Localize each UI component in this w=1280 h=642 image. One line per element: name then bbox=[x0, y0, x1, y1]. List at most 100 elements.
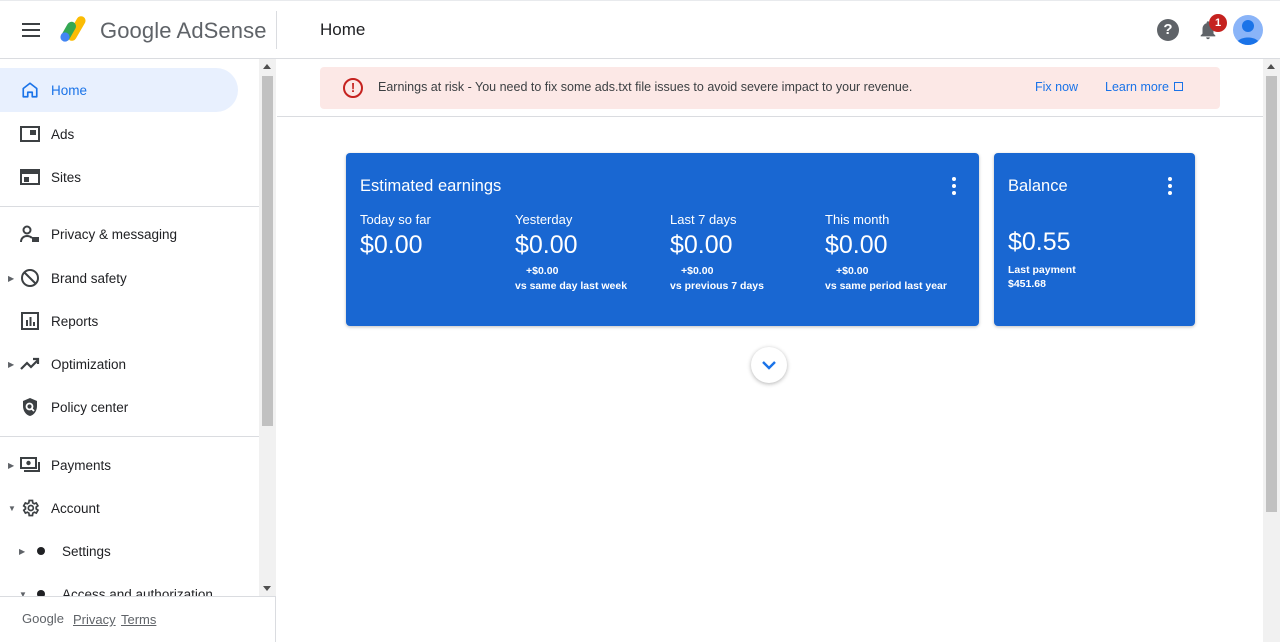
help-icon[interactable]: ? bbox=[1157, 19, 1179, 41]
main-scrollbar[interactable] bbox=[1263, 59, 1280, 642]
expand-more-button[interactable] bbox=[751, 347, 787, 383]
metric-label: Today so far bbox=[360, 212, 431, 227]
sidebar-item-label: Ads bbox=[51, 126, 75, 142]
metric-comparison: vs same period last year bbox=[825, 280, 947, 292]
scroll-up-arrow-icon[interactable] bbox=[1267, 64, 1275, 69]
account-avatar[interactable] bbox=[1233, 15, 1263, 45]
sidebar-item-privacy-messaging[interactable]: Privacy & messaging bbox=[0, 212, 238, 256]
sidebar-item-label: Brand safety bbox=[51, 270, 127, 286]
expand-caret-icon: ▶ bbox=[8, 273, 15, 283]
home-icon bbox=[20, 80, 40, 100]
block-icon bbox=[20, 268, 40, 288]
privacy-link[interactable]: Privacy bbox=[73, 612, 116, 627]
chevron-down-icon bbox=[762, 361, 776, 370]
product-name: Google AdSense bbox=[100, 18, 267, 44]
brand-product: AdSense bbox=[176, 18, 267, 43]
learn-more-label: Learn more bbox=[1105, 80, 1169, 94]
metric-comparison: vs same day last week bbox=[515, 280, 628, 292]
page-title: Home bbox=[320, 20, 366, 39]
scrollbar-thumb[interactable] bbox=[262, 76, 273, 426]
bullet-dot-icon bbox=[37, 547, 45, 555]
sidebar-item-label: Sites bbox=[51, 169, 82, 185]
sidebar-item-brand-safety[interactable]: ▶ Brand safety bbox=[0, 256, 238, 300]
sidebar-item-label: Account bbox=[51, 500, 100, 516]
sidebar-item-policy-center[interactable]: Policy center bbox=[0, 385, 238, 429]
payments-icon bbox=[20, 455, 40, 475]
main-menu-button[interactable] bbox=[19, 18, 43, 42]
expand-caret-icon: ▶ bbox=[8, 359, 15, 369]
sidebar-item-label: Reports bbox=[51, 313, 99, 329]
metric-value: $0.00 bbox=[825, 231, 888, 259]
trending-up-icon bbox=[20, 354, 40, 374]
learn-more-link[interactable]: Learn more bbox=[1105, 80, 1183, 94]
more-vert-icon[interactable] bbox=[950, 177, 958, 195]
main-content: ! Earnings at risk - You need to fix som… bbox=[277, 59, 1263, 642]
collapse-caret-icon: ▼ bbox=[8, 503, 16, 513]
sidebar-divider bbox=[0, 206, 259, 207]
sidebar-subitem-label: Access and authorization bbox=[62, 586, 213, 597]
metric-value: $0.00 bbox=[515, 231, 578, 259]
metric-label: Last 7 days bbox=[670, 212, 737, 227]
sidebar-item-account[interactable]: ▼ Account bbox=[0, 486, 238, 530]
sidebar-divider bbox=[0, 436, 259, 437]
more-vert-icon[interactable] bbox=[1166, 177, 1174, 195]
adsense-app: Google AdSense Home ? 1 Home Ads Sites P… bbox=[0, 0, 1280, 642]
scrollbar-thumb[interactable] bbox=[1266, 76, 1277, 512]
header-divider bbox=[276, 11, 277, 49]
balance-value: $0.55 bbox=[1008, 228, 1071, 256]
error-icon: ! bbox=[343, 78, 363, 98]
sidebar-nav: Home Ads Sites Privacy & messaging ▶ Bra… bbox=[0, 59, 259, 596]
sites-icon bbox=[20, 167, 40, 187]
sidebar-item-label: Payments bbox=[51, 457, 112, 473]
sidebar-item-sites[interactable]: Sites bbox=[0, 155, 238, 199]
menu-bar bbox=[22, 35, 40, 37]
sidebar-item-label: Optimization bbox=[51, 356, 127, 372]
card-title: Estimated earnings bbox=[360, 177, 502, 195]
reports-icon bbox=[20, 311, 40, 331]
sidebar-footer: Google Privacy Terms bbox=[0, 596, 276, 642]
sidebar-scrollbar[interactable] bbox=[259, 59, 276, 596]
adsense-logo-icon bbox=[60, 16, 86, 42]
expand-caret-icon: ▶ bbox=[19, 546, 26, 556]
sidebar-item-label: Policy center bbox=[51, 399, 129, 415]
metric-delta: +$0.00 bbox=[836, 265, 869, 277]
menu-bar bbox=[22, 29, 40, 31]
balance-card: Balance $0.55 Last payment $451.68 bbox=[994, 153, 1195, 326]
brand-google: Google bbox=[100, 18, 172, 43]
earnings-at-risk-banner: ! Earnings at risk - You need to fix som… bbox=[320, 67, 1220, 109]
terms-link[interactable]: Terms bbox=[121, 612, 156, 627]
expand-caret-icon: ▶ bbox=[8, 460, 15, 470]
metric-value: $0.00 bbox=[360, 231, 423, 259]
sidebar-item-home[interactable]: Home bbox=[0, 68, 238, 112]
fix-now-link[interactable]: Fix now bbox=[1035, 80, 1078, 94]
estimated-earnings-card: Estimated earnings Today so far $0.00 Ye… bbox=[346, 153, 979, 326]
card-title: Balance bbox=[1008, 177, 1068, 195]
external-link-icon bbox=[1173, 82, 1183, 91]
metric-comparison: vs previous 7 days bbox=[670, 280, 764, 292]
banner-message: Earnings at risk - You need to fix some … bbox=[378, 80, 913, 94]
metric-value: $0.00 bbox=[670, 231, 733, 259]
privacy-icon bbox=[20, 224, 40, 244]
sidebar-item-optimization[interactable]: ▶ Optimization bbox=[0, 342, 238, 386]
footer-google-label: Google bbox=[22, 611, 64, 626]
metric-delta: +$0.00 bbox=[526, 265, 559, 277]
last-payment-label: Last payment bbox=[1008, 264, 1076, 276]
ads-icon bbox=[20, 124, 40, 144]
sidebar-subitem-label: Settings bbox=[62, 543, 111, 559]
sidebar-subitem-access-authorization[interactable]: ▼ Access and authorization bbox=[0, 572, 238, 596]
shield-icon bbox=[20, 397, 40, 417]
sidebar-item-label: Privacy & messaging bbox=[51, 226, 178, 242]
last-payment-value: $451.68 bbox=[1008, 278, 1046, 290]
sidebar-item-ads[interactable]: Ads bbox=[0, 112, 238, 156]
last-payment: Last payment $451.68 bbox=[1008, 263, 1076, 291]
metric-this-month: This month $0.00 +$0.00 vs same period l… bbox=[825, 212, 975, 292]
gear-icon bbox=[20, 498, 40, 518]
avatar-person-icon bbox=[1236, 20, 1260, 45]
metric-last-7-days: Last 7 days $0.00 +$0.00 vs previous 7 d… bbox=[670, 212, 820, 292]
scroll-up-arrow-icon[interactable] bbox=[263, 64, 271, 69]
sidebar-item-payments[interactable]: ▶ Payments bbox=[0, 443, 238, 487]
sidebar-item-reports[interactable]: Reports bbox=[0, 299, 238, 343]
metric-yesterday: Yesterday $0.00 +$0.00 vs same day last … bbox=[515, 212, 665, 292]
scroll-down-arrow-icon[interactable] bbox=[263, 586, 271, 591]
sidebar-subitem-settings[interactable]: ▶ Settings bbox=[0, 529, 238, 573]
